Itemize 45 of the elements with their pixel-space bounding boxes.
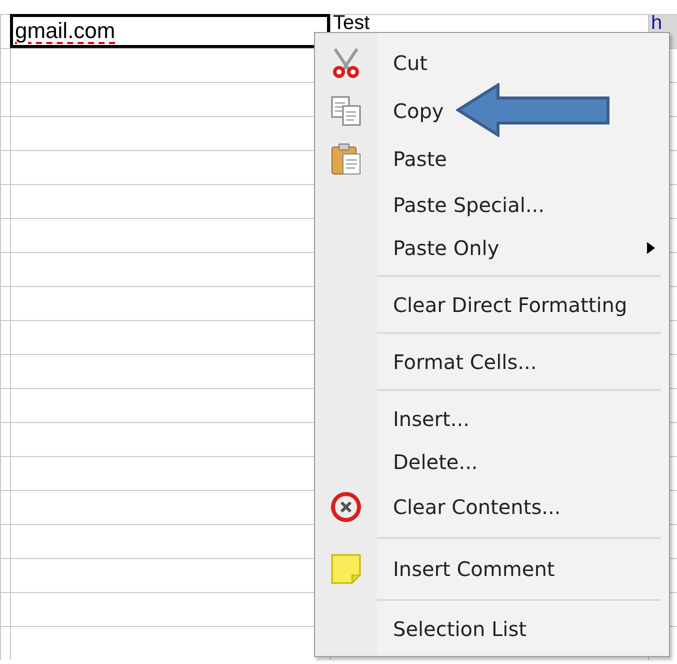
menu-item-label: Clear Direct Formatting xyxy=(392,292,628,316)
menu-item[interactable]: Paste Only xyxy=(315,226,669,269)
menu-item-label: Paste Special... xyxy=(392,192,546,216)
row-header-cell xyxy=(0,422,10,456)
table-cell[interactable]: gmail.com xyxy=(10,14,330,48)
menu-item-label: Cut xyxy=(392,51,428,75)
menu-item-label: Copy xyxy=(392,99,445,123)
row-header-cell xyxy=(0,490,10,524)
row-header-cell xyxy=(0,320,10,354)
menu-item-label: Insert... xyxy=(392,406,470,430)
copy-icon xyxy=(330,95,362,127)
row-header-cell xyxy=(0,558,10,592)
menu-item-label: Delete... xyxy=(392,450,479,474)
menu-item[interactable]: Copy xyxy=(315,87,669,135)
row-header-cell xyxy=(0,388,10,422)
menu-item[interactable]: Insert Comment xyxy=(315,545,669,593)
menu-item-label: Format Cells... xyxy=(392,350,538,374)
row-header-cell xyxy=(0,218,10,252)
clipboard-icon xyxy=(330,142,362,176)
row-header-cell xyxy=(0,456,10,490)
menu-item-label: Paste xyxy=(392,147,448,171)
menu-item[interactable]: Clear Direct Formatting xyxy=(315,283,669,326)
menu-item-label: Insert Comment xyxy=(392,557,556,581)
sticky-note-icon xyxy=(330,553,362,585)
row-header-cell xyxy=(0,82,10,116)
row-header-cell xyxy=(0,252,10,286)
menu-item-label: Paste Only xyxy=(392,236,500,260)
menu-item-label: Selection List xyxy=(392,616,528,640)
menu-item[interactable]: Delete... xyxy=(315,440,669,483)
menu-item[interactable]: Insert... xyxy=(315,397,669,440)
clear-icon xyxy=(330,491,362,523)
menu-item[interactable]: Paste Special... xyxy=(315,183,669,226)
row-header-cell xyxy=(0,184,10,218)
row-header-cell xyxy=(0,48,10,82)
row-header-cell xyxy=(0,592,10,626)
menu-item[interactable]: Format Cells... xyxy=(315,340,669,383)
row-header-cell xyxy=(0,354,10,388)
row-header-cell xyxy=(0,286,10,320)
menu-item[interactable]: Clear Contents... xyxy=(315,483,669,531)
row-header-cell xyxy=(0,524,10,558)
menu-item[interactable]: Paste xyxy=(315,135,669,183)
row-header-cell xyxy=(0,150,10,184)
row-header-cell xyxy=(0,116,10,150)
menu-item-label: Clear Contents... xyxy=(392,495,562,519)
menu-item[interactable]: Selection List xyxy=(315,607,669,650)
